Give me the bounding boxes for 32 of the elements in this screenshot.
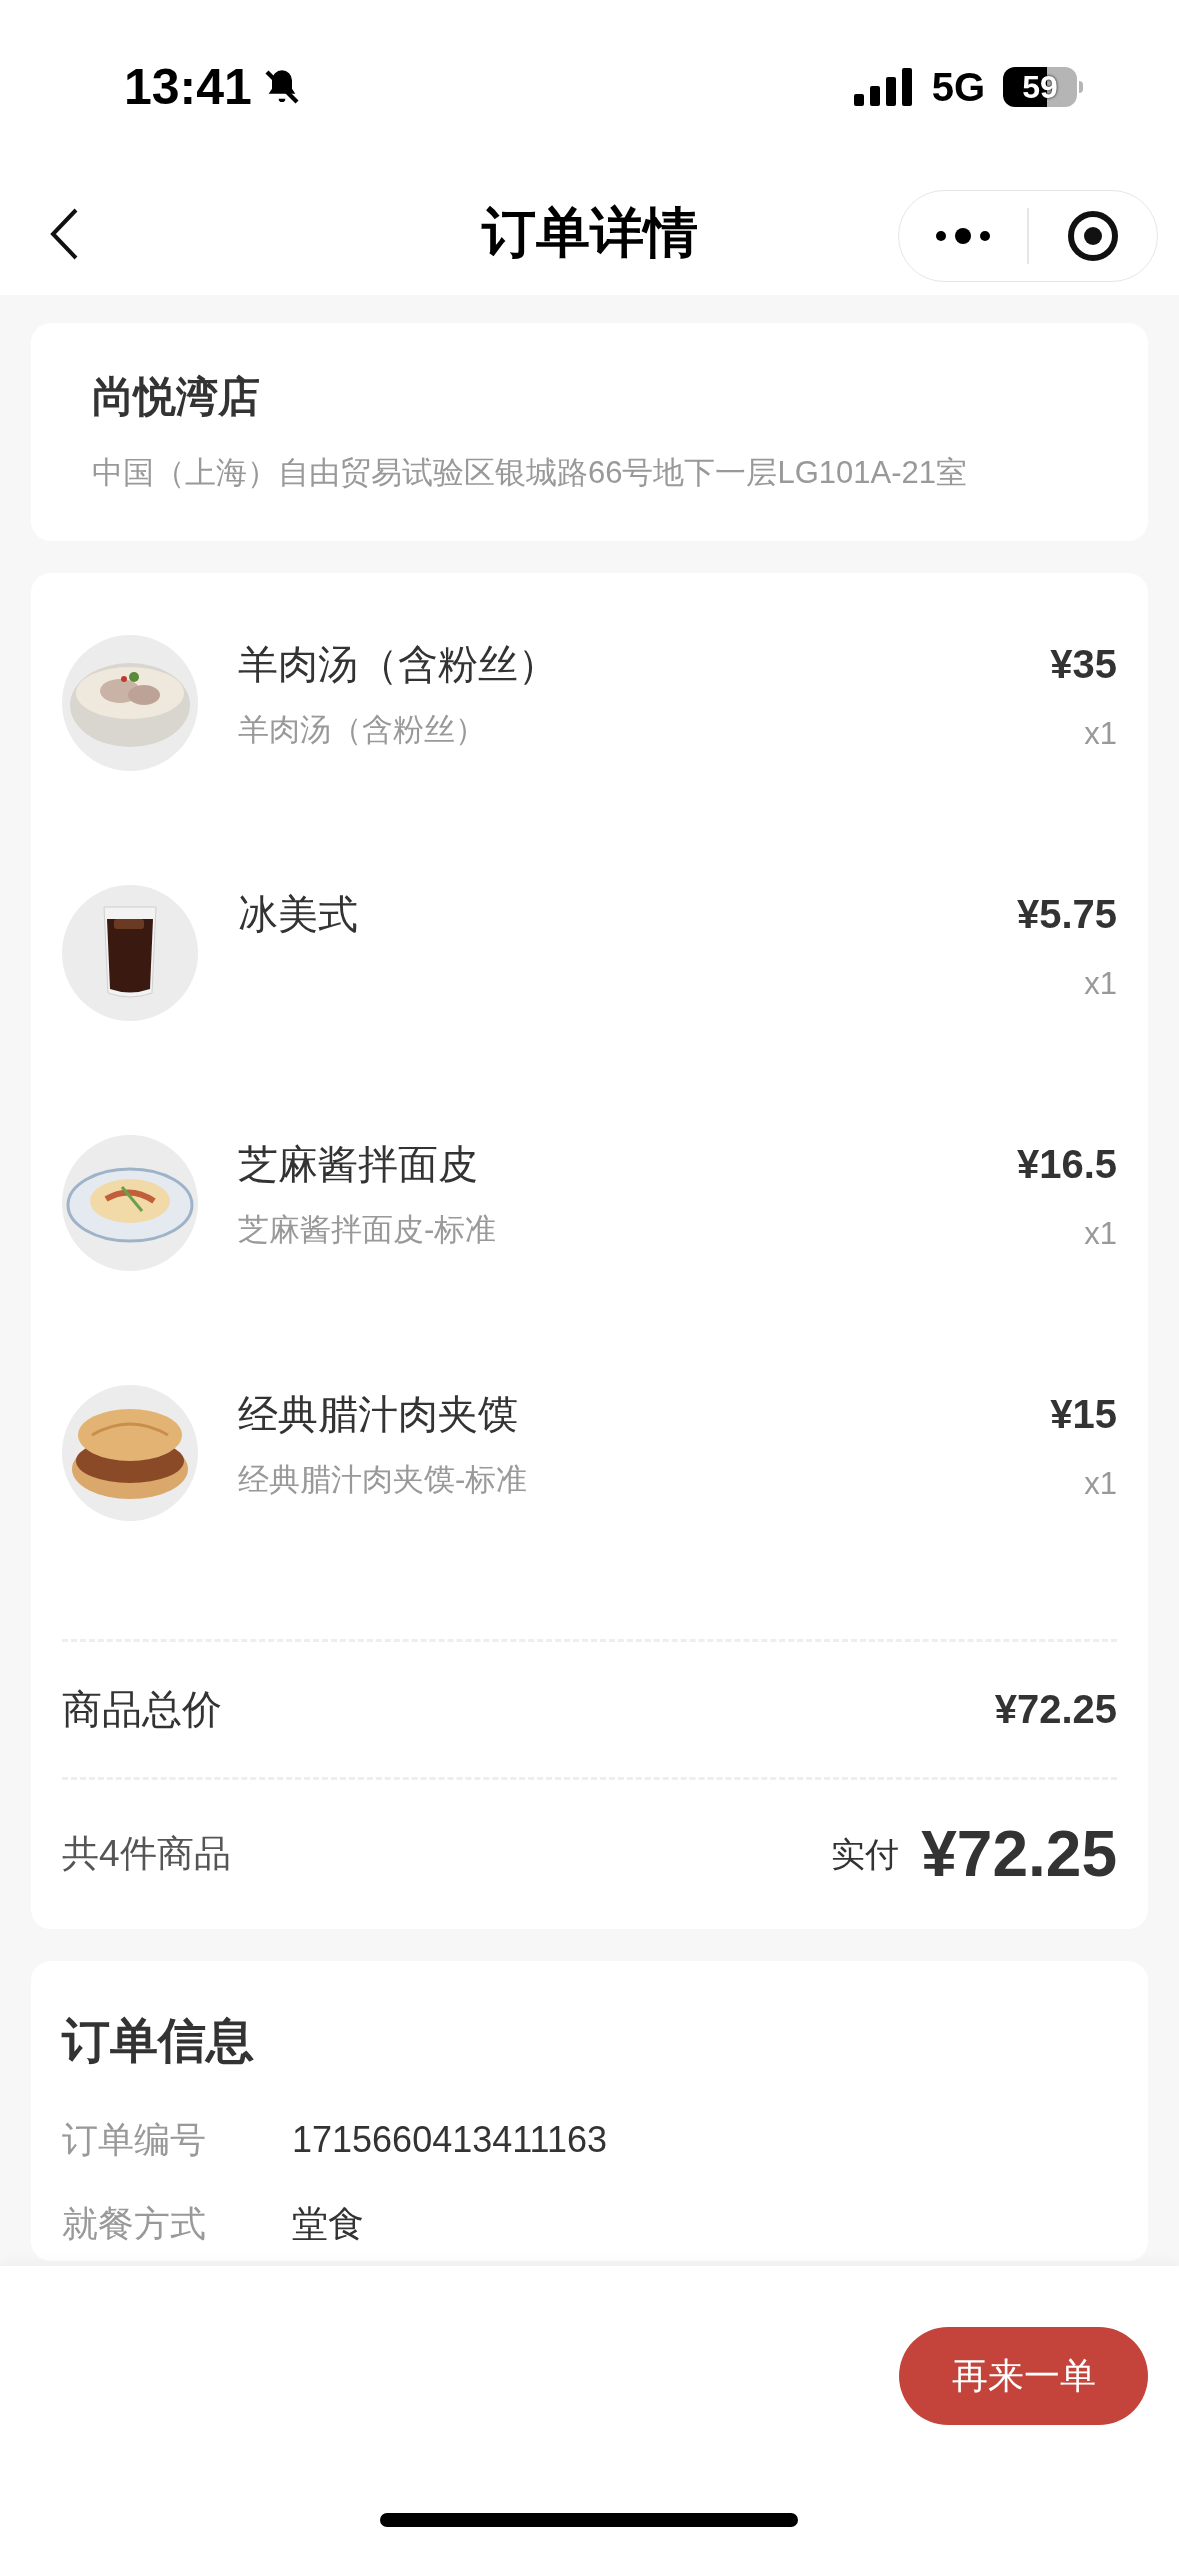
page-title: 订单详情: [481, 201, 698, 264]
item-name: 经典腊汁肉夹馍: [238, 1390, 519, 1438]
subtotal-amount: ¥72.25: [994, 1686, 1117, 1733]
paid-amount: ¥72.25: [921, 1817, 1117, 1892]
signal-icon: [853, 68, 914, 106]
info-value: 1715660413411163: [292, 2117, 607, 2162]
item-spec: 经典腊汁肉夹馍-标准: [238, 1460, 529, 1499]
item-quantity: x1: [1084, 964, 1117, 1003]
item-price: ¥5.75: [1016, 890, 1117, 938]
item-spec: 羊肉汤（含粉丝）: [238, 710, 487, 749]
item-name: 芝麻酱拌面皮: [238, 1140, 479, 1188]
status-time: 13:41: [124, 57, 252, 117]
reorder-button[interactable]: 再来一单: [899, 2327, 1148, 2425]
item-price: ¥16.5: [1016, 1140, 1117, 1188]
section-title: 订单信息: [62, 2012, 255, 2069]
item-count: 共4件商品: [62, 1832, 231, 1877]
info-label: 就餐方式: [62, 2201, 207, 2246]
subtotal-label: 商品总价: [62, 1686, 222, 1733]
paid-label: 实付: [831, 1833, 900, 1875]
item-quantity: x1: [1084, 1464, 1117, 1503]
store-name: 尚悦湾店: [92, 372, 261, 422]
store-address: 中国（上海）自由贸易试验区银城路66号地下一层LG101A-21室: [92, 454, 969, 492]
item-name: 羊肉汤（含粉丝）: [238, 640, 559, 688]
info-label: 订单编号: [62, 2117, 207, 2162]
item-price: ¥15: [1050, 1390, 1117, 1438]
item-quantity: x1: [1084, 1214, 1117, 1253]
item-name: 冰美式: [238, 890, 359, 938]
item-quantity: x1: [1084, 714, 1117, 753]
network-label: 5G: [931, 64, 985, 111]
info-value: 堂食: [292, 2201, 364, 2246]
item-spec: 芝麻酱拌面皮-标准: [238, 1210, 498, 1249]
item-price: ¥35: [1050, 640, 1117, 688]
